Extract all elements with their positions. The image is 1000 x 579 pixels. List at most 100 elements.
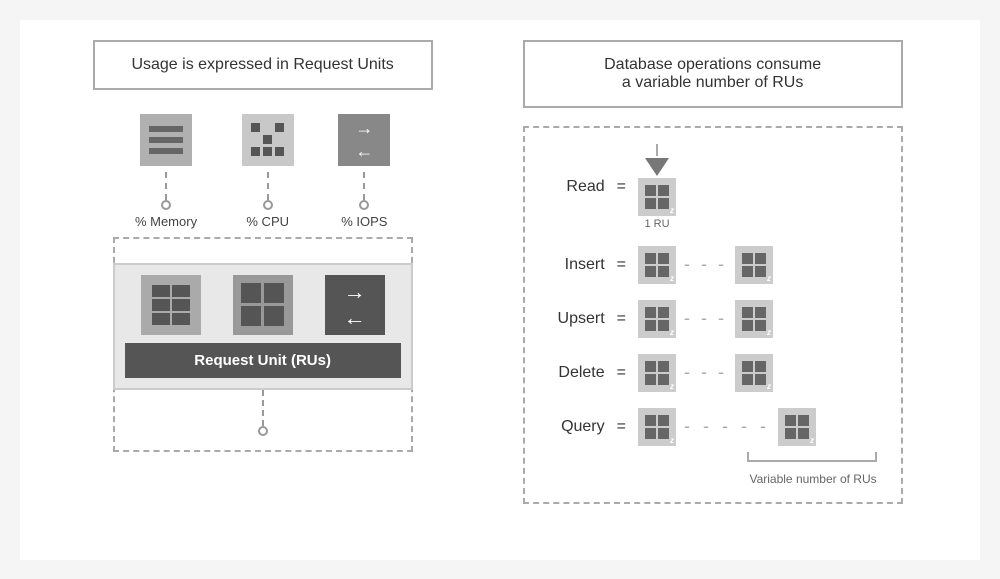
ops-container: Read = bbox=[523, 126, 903, 504]
ru-dashed-box: → ← Request Unit (RUs) bbox=[113, 237, 413, 452]
cpu-grid bbox=[251, 123, 284, 156]
iops-col: → ← % IOPS bbox=[338, 114, 390, 229]
ru-grid-cell-3 bbox=[241, 306, 261, 326]
ru-db-cell-5 bbox=[152, 313, 170, 325]
circle-dot-bottom bbox=[258, 426, 268, 436]
upsert-db-icon-1: z bbox=[638, 300, 676, 338]
cpu-label: % CPU bbox=[246, 214, 289, 229]
ru-grid-cell-2 bbox=[264, 283, 284, 303]
op-equals-insert: = bbox=[617, 256, 626, 274]
cpu-cell-3 bbox=[275, 123, 284, 132]
cpu-cell-9 bbox=[275, 147, 284, 156]
iops-arrows: → ← bbox=[355, 118, 373, 162]
cpu-cell-5 bbox=[263, 135, 272, 144]
resource-icons-row: % Memory bbox=[113, 114, 413, 229]
cpu-cell-8 bbox=[263, 147, 272, 156]
left-title: Usage is expressed in Request Units bbox=[93, 40, 433, 90]
down-arrow-icon bbox=[645, 158, 669, 176]
delete-db-icon-2: z bbox=[735, 354, 773, 392]
circle-dot-memory bbox=[161, 200, 171, 210]
read-ru-label: 1 RU bbox=[644, 218, 669, 230]
cpu-icon bbox=[242, 114, 294, 166]
op-row-insert: Insert = z - - - bbox=[535, 246, 881, 284]
dashed-from-top bbox=[656, 144, 658, 156]
read-icon-area: z 1 RU bbox=[638, 144, 676, 230]
cpu-cell-1 bbox=[251, 123, 260, 132]
ru-arrows-icon: → ← bbox=[325, 275, 385, 335]
query-db-icon-2: z bbox=[778, 408, 816, 446]
ru-box: → ← Request Unit (RUs) bbox=[113, 263, 413, 390]
main-container: Usage is expressed in Request Units bbox=[20, 20, 980, 560]
ru-db-cell-1 bbox=[152, 285, 170, 297]
dashed-line-bottom bbox=[262, 390, 264, 426]
op-equals-delete: = bbox=[617, 364, 626, 382]
memory-lines bbox=[149, 126, 183, 154]
ru-db-cell-6 bbox=[172, 313, 190, 325]
dashed-line-cpu bbox=[267, 172, 269, 200]
ru-label: Request Unit (RUs) bbox=[125, 343, 401, 378]
left-layout: % Memory bbox=[113, 114, 413, 452]
query-db-icon-1: z bbox=[638, 408, 676, 446]
ru-grid-icon bbox=[233, 275, 293, 335]
right-title: Database operations consume a variable n… bbox=[523, 40, 903, 108]
right-panel: Database operations consume a variable n… bbox=[475, 40, 950, 504]
read-db-grid bbox=[645, 185, 669, 209]
op-name-read: Read bbox=[535, 178, 605, 196]
ru-grid-cell-4 bbox=[264, 306, 284, 326]
arrow-left-icon: ← bbox=[355, 141, 373, 162]
arrow-down-container bbox=[645, 144, 669, 176]
read-db-sub: z bbox=[670, 206, 674, 215]
cpu-col: % CPU bbox=[242, 114, 294, 229]
cpu-cell-4 bbox=[251, 135, 260, 144]
op-row-read: Read = bbox=[535, 144, 881, 230]
read-db-icon: z bbox=[638, 178, 676, 216]
upsert-dashes: - - - bbox=[684, 308, 727, 329]
variable-section: Variable number of RUs bbox=[535, 452, 881, 486]
op-name-query: Query bbox=[535, 418, 605, 436]
ru-grid-inner bbox=[241, 283, 284, 326]
ru-db-cell-4 bbox=[172, 299, 190, 311]
op-equals-upsert: = bbox=[617, 310, 626, 328]
cpu-cell-2 bbox=[263, 123, 272, 132]
op-row-delete: Delete = z - - - bbox=[535, 354, 881, 392]
op-row-query: Query = z - - - - - bbox=[535, 408, 881, 446]
ru-db-grid bbox=[152, 285, 190, 325]
delete-dashes: - - - bbox=[684, 362, 727, 383]
variable-brace bbox=[747, 452, 877, 462]
cpu-cell-7 bbox=[251, 147, 260, 156]
op-row-upsert: Upsert = z - - - bbox=[535, 300, 881, 338]
ru-db-cell-2 bbox=[172, 285, 190, 297]
ru-db-icon bbox=[141, 275, 201, 335]
left-panel: Usage is expressed in Request Units bbox=[50, 40, 475, 452]
read-db-cell-3 bbox=[645, 198, 656, 209]
delete-db-icon-1: z bbox=[638, 354, 676, 392]
op-equals-query: = bbox=[617, 418, 626, 436]
memory-col: % Memory bbox=[135, 114, 197, 229]
cpu-cell-6 bbox=[275, 135, 284, 144]
iops-icon: → ← bbox=[338, 114, 390, 166]
ru-inner-row: → ← bbox=[125, 275, 401, 335]
memory-line-1 bbox=[149, 126, 183, 132]
circle-dot-iops bbox=[359, 200, 369, 210]
right-title-text: Database operations consume a variable n… bbox=[604, 56, 821, 91]
read-db-cell-2 bbox=[658, 185, 669, 196]
ru-db-cell-3 bbox=[152, 299, 170, 311]
query-dashes: - - - - - bbox=[684, 416, 770, 437]
iops-label: % IOPS bbox=[341, 214, 387, 229]
op-name-insert: Insert bbox=[535, 256, 605, 274]
variable-label: Variable number of RUs bbox=[749, 472, 876, 486]
memory-label: % Memory bbox=[135, 214, 197, 229]
read-db-cell-1 bbox=[645, 185, 656, 196]
ru-arrow-left: ← bbox=[344, 305, 366, 331]
memory-line-3 bbox=[149, 148, 183, 154]
insert-dashes: - - - bbox=[684, 254, 727, 275]
insert-db-icon-1: z bbox=[638, 246, 676, 284]
upsert-db-icon-2: z bbox=[735, 300, 773, 338]
op-equals-read: = bbox=[617, 178, 626, 196]
op-name-upsert: Upsert bbox=[535, 310, 605, 328]
ru-arrow-right: → bbox=[344, 279, 366, 305]
dashed-line-iops bbox=[363, 172, 365, 200]
memory-icon bbox=[140, 114, 192, 166]
read-db-cell-4 bbox=[658, 198, 669, 209]
arrow-right-icon: → bbox=[355, 118, 373, 139]
